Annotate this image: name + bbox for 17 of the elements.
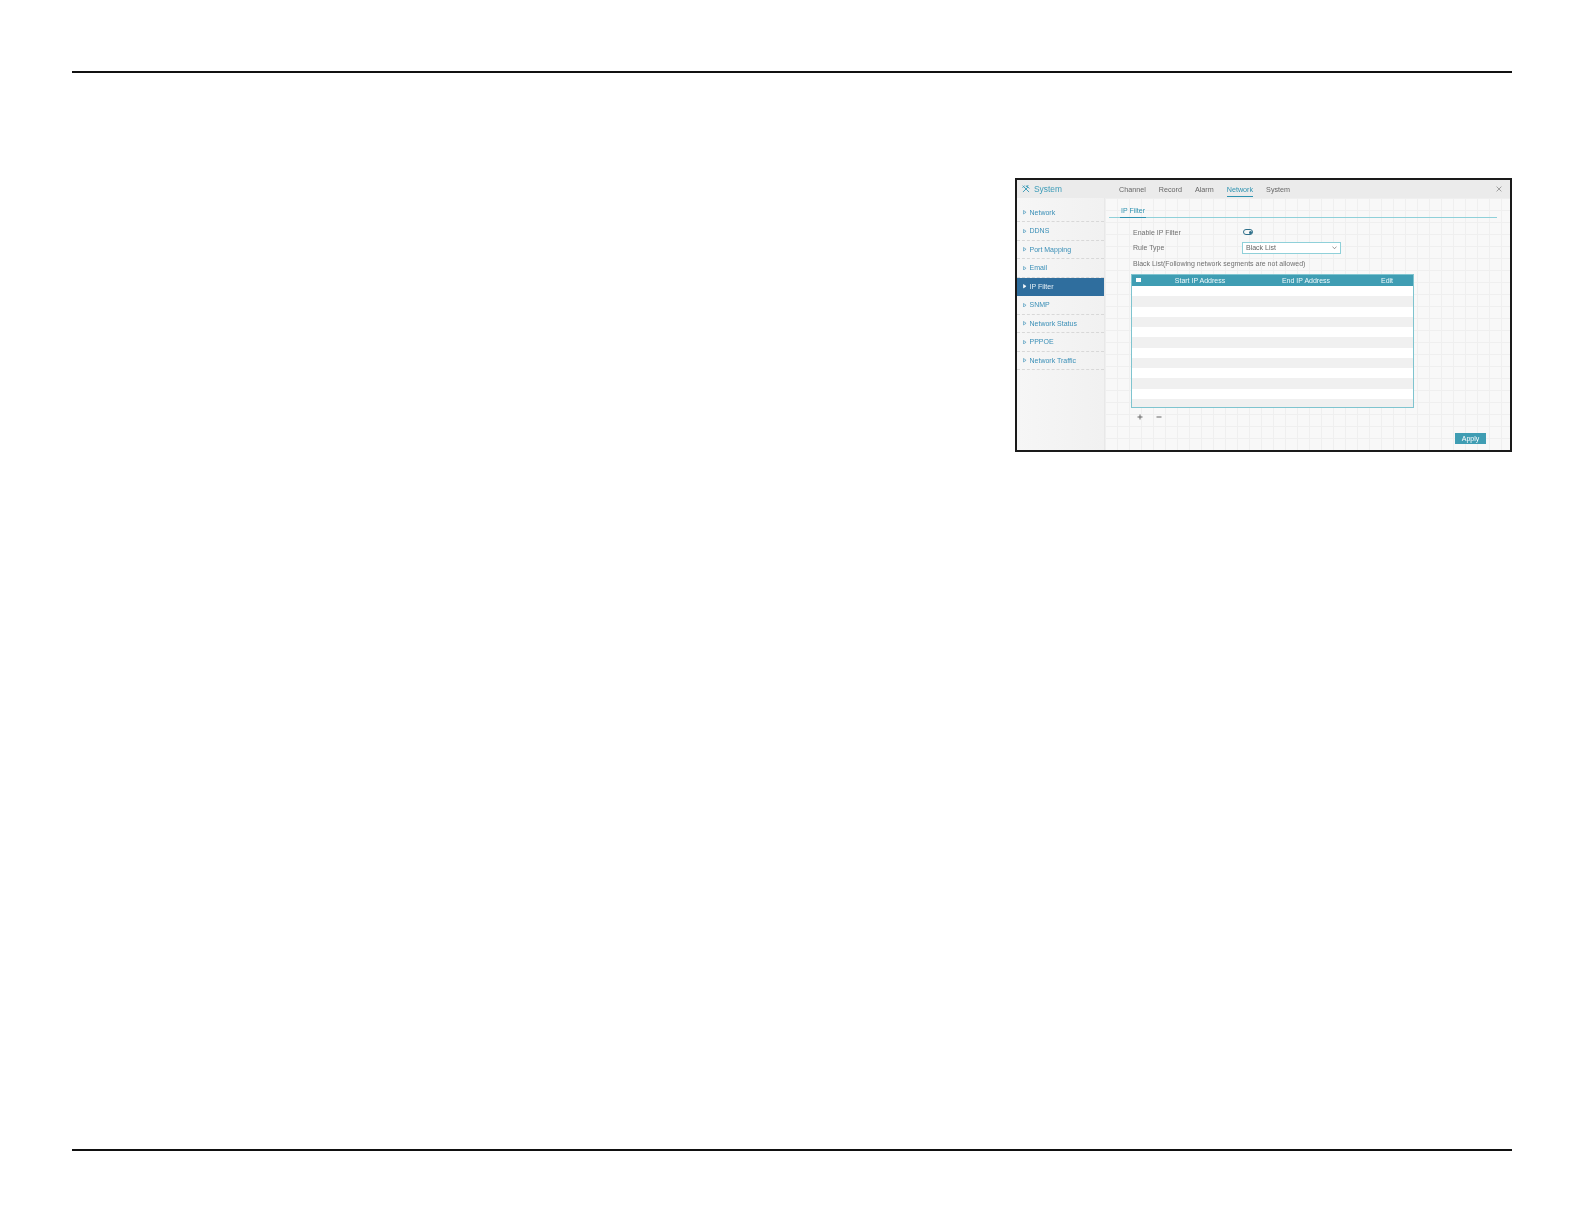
plus-icon[interactable] bbox=[1137, 413, 1143, 420]
caret-icon bbox=[1023, 358, 1027, 363]
close-icon[interactable] bbox=[1496, 186, 1502, 192]
caret-icon bbox=[1023, 247, 1027, 252]
caret-icon bbox=[1023, 302, 1027, 307]
caret-icon bbox=[1023, 228, 1027, 233]
tools-icon bbox=[1022, 185, 1030, 193]
select-all-checkbox[interactable] bbox=[1136, 277, 1141, 283]
chevron-icon bbox=[1332, 245, 1337, 250]
toggle-switch[interactable] bbox=[1243, 229, 1253, 235]
caret-icon bbox=[1023, 284, 1027, 289]
caret-icon bbox=[1023, 321, 1027, 326]
minus-icon[interactable] bbox=[1156, 413, 1162, 420]
caret-icon bbox=[1023, 210, 1027, 215]
window-title: System bbox=[1034, 184, 1062, 194]
caret-icon bbox=[1023, 339, 1027, 344]
caret-icon bbox=[1023, 265, 1027, 270]
